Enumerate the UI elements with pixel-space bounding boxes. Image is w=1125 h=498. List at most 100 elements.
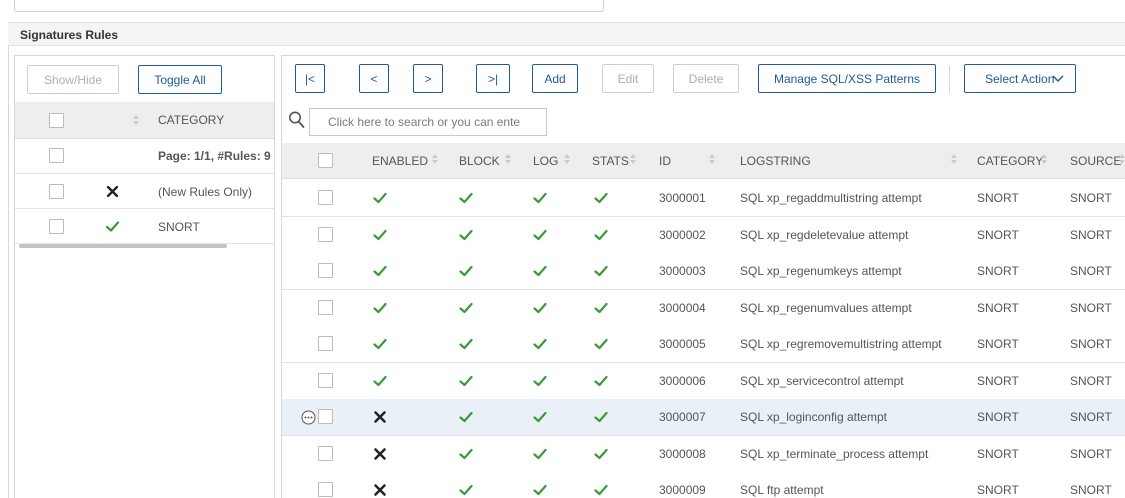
category-column-header[interactable]: CATEGORY [158, 113, 224, 127]
show-hide-button[interactable]: Show/Hide [27, 65, 119, 94]
column-header-enabled[interactable]: ENABLED [372, 154, 428, 168]
check-icon [594, 192, 608, 204]
table-row[interactable]: 3000008 SQL xp_terminate_process attempt S… [282, 435, 1125, 473]
select-action-dropdown[interactable]: Select Action [964, 64, 1076, 93]
column-header-logstring[interactable]: LOGSTRING [740, 154, 811, 168]
select-action-label: Select Action [985, 71, 1055, 86]
rule-source: SNORT [1070, 264, 1112, 278]
check-icon [533, 192, 547, 204]
first-page-button[interactable]: |< [295, 64, 325, 93]
check-icon [594, 229, 608, 240]
search-placeholder: Click here to search or you can ente [328, 115, 521, 129]
select-all-checkbox[interactable] [318, 153, 333, 168]
table-row[interactable]: 3000004 SQL xp_regenumvalues attempt SNORT… [282, 289, 1125, 327]
category-label: SNORT [158, 220, 200, 234]
column-header-log[interactable]: LOG [533, 154, 558, 168]
sort-icon[interactable] [630, 153, 636, 165]
last-page-button[interactable]: >| [476, 64, 510, 93]
rule-logstring: SQL ftp attempt [740, 483, 824, 497]
edit-button[interactable]: Edit [602, 64, 654, 93]
select-all-checkbox[interactable] [49, 113, 64, 128]
page-info: Page: 1/1, #Rules: 9 [158, 149, 271, 163]
row-checkbox[interactable] [318, 445, 333, 461]
category-row[interactable]: SNORT [15, 209, 274, 244]
row-checkbox[interactable] [318, 409, 333, 424]
horizontal-scrollbar[interactable] [19, 244, 227, 248]
next-page-button[interactable]: > [413, 64, 443, 93]
category-panel: Show/Hide Toggle All CATEGORY Page: 1/1,… [14, 55, 275, 498]
row-checkbox[interactable] [318, 226, 333, 242]
rule-id: 3000003 [659, 264, 706, 278]
row-checkbox[interactable] [49, 148, 64, 163]
check-icon [594, 265, 608, 277]
check-icon [594, 338, 608, 350]
rule-category: SNORT [977, 337, 1019, 351]
check-icon [459, 229, 473, 240]
check-icon [106, 221, 119, 232]
rule-category: SNORT [977, 446, 1019, 461]
column-header-block[interactable]: BLOCK [459, 154, 500, 168]
rule-category: SNORT [977, 191, 1019, 205]
row-checkbox[interactable] [49, 184, 64, 199]
sort-icon[interactable] [1119, 153, 1125, 165]
check-icon [594, 302, 608, 313]
table-row[interactable]: 3000007 SQL xp_loginconfig attempt SNORT SN… [282, 399, 1125, 436]
table-row[interactable]: 3000002 SQL xp_regdeletevalue attempt SNOR… [282, 216, 1125, 254]
top-text-area[interactable] [14, 0, 604, 12]
rule-id: 3000002 [659, 227, 706, 242]
sort-icon[interactable] [951, 153, 957, 165]
check-icon [533, 448, 547, 459]
cross-icon [374, 484, 386, 496]
column-header-category[interactable]: CATEGORY [977, 154, 1043, 168]
table-row[interactable]: 3000003 SQL xp_regenumkeys attempt SNORT SN… [282, 253, 1125, 290]
check-icon [533, 338, 547, 350]
column-header-id[interactable]: ID [659, 154, 671, 168]
search-input[interactable]: Click here to search or you can ente [309, 108, 547, 136]
rule-category: SNORT [977, 300, 1019, 315]
cross-icon [374, 411, 386, 423]
previous-page-button[interactable]: < [359, 64, 389, 93]
check-icon [533, 484, 547, 496]
row-checkbox[interactable] [318, 299, 333, 315]
sort-icon[interactable] [133, 114, 139, 126]
sort-icon[interactable] [505, 153, 511, 165]
rule-id: 3000004 [659, 300, 706, 315]
delete-button[interactable]: Delete [673, 64, 739, 93]
row-checkbox[interactable] [49, 219, 64, 234]
rule-id: 3000008 [659, 446, 706, 461]
table-row[interactable]: 3000005 SQL xp_regremovemultistring attem… [282, 326, 1125, 363]
row-checkbox[interactable] [318, 263, 333, 278]
check-icon [459, 265, 473, 277]
row-checkbox[interactable] [318, 372, 333, 388]
rule-id: 3000007 [659, 410, 706, 424]
row-checkbox[interactable] [318, 190, 333, 205]
rule-id: 3000005 [659, 337, 706, 351]
cross-icon [107, 186, 118, 197]
row-checkbox[interactable] [318, 336, 333, 351]
table-row[interactable]: 3000001 SQL xp_regaddmultistring attempt S… [282, 180, 1125, 217]
sort-icon[interactable] [432, 153, 438, 165]
more-options-icon[interactable] [301, 410, 316, 425]
check-icon [594, 411, 608, 423]
manage-patterns-button[interactable]: Manage SQL/XSS Patterns [758, 64, 936, 93]
sort-icon[interactable] [709, 153, 715, 165]
toggle-all-button[interactable]: Toggle All [138, 65, 222, 94]
check-icon [373, 375, 387, 386]
category-table-header: CATEGORY [15, 102, 274, 139]
check-icon [459, 484, 473, 496]
rule-source: SNORT [1070, 227, 1112, 242]
column-header-source[interactable]: SOURCE [1070, 154, 1121, 168]
table-row[interactable]: 3000006 SQL xp_servicecontrol attempt SNOR… [282, 362, 1125, 400]
sort-icon[interactable] [1041, 153, 1047, 165]
category-row[interactable]: Page: 1/1, #Rules: 9 [15, 139, 274, 174]
row-checkbox[interactable] [318, 482, 333, 497]
category-row[interactable]: (New Rules Only) [15, 174, 274, 209]
column-header-stats[interactable]: STATS [592, 154, 629, 168]
sort-icon[interactable] [564, 153, 570, 165]
check-icon [373, 338, 387, 350]
section-header [8, 22, 1125, 46]
add-button[interactable]: Add [532, 64, 578, 93]
table-row[interactable]: 3000009 SQL ftp attempt SNORT SNORT [282, 472, 1125, 498]
check-icon [594, 484, 608, 496]
rule-logstring: SQL xp_servicecontrol attempt [740, 373, 904, 388]
